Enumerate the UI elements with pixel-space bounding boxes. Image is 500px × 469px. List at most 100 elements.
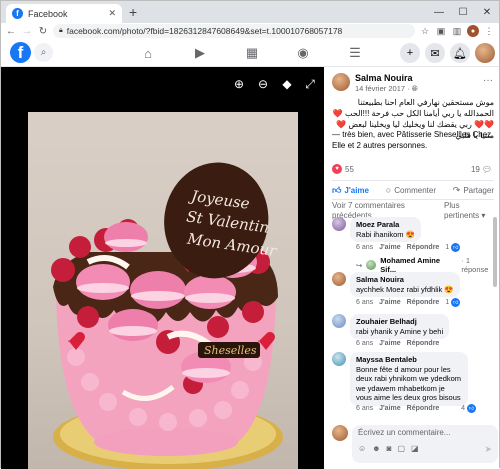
emoji-icon[interactable]: ☻ — [372, 444, 380, 455]
comment-like-link[interactable]: J'aime — [379, 340, 401, 347]
search-icon[interactable]: ⌕ — [34, 43, 53, 62]
comment-meta: 6 ans J'aime Répondre 1 👍︎ — [356, 243, 461, 252]
tag-icon[interactable]: ◆ — [279, 76, 295, 92]
commenter-name[interactable]: Salma Nouira — [356, 275, 454, 285]
address-bar[interactable]: 🔒︎ facebook.com/photo/?fbid=182631284760… — [53, 24, 415, 38]
camera-icon[interactable]: ◙ — [387, 444, 392, 455]
gif-icon[interactable]: ▢ — [397, 444, 405, 455]
comment-input[interactable]: Écrivez un commentaire... ☺ ☻ ◙ ▢ ◪ ➤ — [352, 425, 498, 463]
forward-arrow-icon[interactable]: → — [21, 25, 33, 37]
share-button[interactable]: ↷ Partager — [453, 185, 494, 196]
comment-like-link[interactable]: J'aime — [379, 405, 401, 412]
like-badge-icon: 👍︎ — [467, 404, 476, 413]
post-date: 14 février 2017 · 🌐︎ — [355, 84, 418, 93]
menu-icon[interactable]: ⋮ — [483, 25, 495, 37]
commenter-name[interactable]: Moez Parala — [356, 220, 415, 230]
post-header: Salma Nouira 14 février 2017 · 🌐︎ — [332, 73, 418, 94]
commenter-avatar[interactable] — [332, 217, 346, 231]
video-icon[interactable]: ▶ — [191, 44, 209, 62]
share-icon: ↷ — [452, 184, 461, 195]
comment-reply-link[interactable]: Répondre — [407, 244, 440, 251]
commenter-name[interactable]: Mayssa Bentaleb — [356, 355, 462, 365]
marketplace-icon[interactable]: ▦ — [243, 44, 261, 62]
tab-close-icon[interactable]: ✕ — [108, 8, 116, 19]
commenter-avatar[interactable] — [332, 272, 346, 286]
cake-illustration: Joyeuse St Valentin Mon Amour Sheselles — [51, 162, 283, 469]
post-side-panel: Salma Nouira 14 février 2017 · 🌐︎ ··· مو… — [324, 67, 499, 469]
tab-title: Facebook — [28, 8, 68, 19]
globe-icon: 🌐︎ — [411, 84, 418, 93]
scrollbar-thumb[interactable] — [493, 217, 497, 287]
new-tab-plus-icon[interactable]: + — [129, 4, 137, 20]
commenter-avatar[interactable] — [332, 314, 346, 328]
cake-photo: Joyeuse St Valentin Mon Amour Sheselles — [28, 112, 298, 469]
profile-icon[interactable]: ● — [467, 25, 479, 37]
more-options-icon[interactable]: ··· — [483, 75, 493, 86]
avatar-sticker-icon[interactable]: ☺ — [358, 444, 366, 455]
comment-text: rabi yhanik y Amine y behi — [356, 326, 444, 336]
home-icon[interactable]: ⌂ — [139, 44, 157, 62]
post-text-tags: — très bien, avec Pâtisserie Shesellles … — [332, 130, 492, 150]
comment-text: aychhek Moez rabi yfdhlik 😍 — [356, 284, 454, 294]
replier-avatar — [366, 260, 377, 270]
zoom-out-icon[interactable]: ⊖ — [255, 76, 271, 92]
thumbs-up-icon: 👍︎ — [332, 184, 342, 195]
comments-count[interactable]: 19 — [471, 165, 480, 174]
comment-like-link[interactable]: J'aime — [379, 299, 401, 306]
like-badge-icon: 👍︎ — [451, 298, 461, 307]
comment-meta: 6 ans J'aime Répondre 1 👍︎ — [356, 298, 461, 307]
like-button[interactable]: 👍︎ J'aime — [332, 185, 369, 196]
comment-reply-link[interactable]: Répondre — [407, 405, 440, 412]
fullscreen-icon[interactable]: ⤢ — [302, 76, 318, 92]
reactions-count[interactable]: 55 — [345, 165, 471, 174]
comment-reply-link[interactable]: Répondre — [407, 299, 440, 306]
account-avatar[interactable] — [475, 43, 495, 63]
comment-bubble: Salma Nouira aychhek Moez rabi yfdhlik 😍 — [350, 272, 460, 297]
groups-icon[interactable]: ◉ — [294, 44, 312, 62]
sticker-icon[interactable]: ◪ — [411, 444, 419, 455]
notifications-icon[interactable]: 🔔︎ — [450, 43, 470, 63]
send-icon[interactable]: ➤ — [484, 444, 492, 455]
author-avatar[interactable] — [332, 73, 350, 91]
post-stats: ♥ 55 19 💬︎ — [332, 163, 492, 175]
comment-composer: Écrivez un commentaire... ☺ ☻ ◙ ▢ ◪ ➤ — [332, 425, 498, 463]
commenter-avatar[interactable] — [332, 352, 346, 366]
comment-button[interactable]: ○ Commenter — [386, 185, 436, 195]
comment-meta: 6 ans J'aime Répondre — [356, 340, 440, 347]
comment-bubble: Moez Parala Rabi ihanikom 😍 — [350, 217, 421, 242]
commenter-name[interactable]: Zouhaier Belhadj — [356, 317, 443, 327]
tab-facebook[interactable]: f Facebook ✕ — [6, 4, 122, 23]
extensions-icon[interactable]: ▣ — [435, 25, 447, 37]
lock-icon: 🔒︎ — [59, 27, 63, 34]
maximize-icon[interactable]: ☐ — [451, 1, 475, 23]
sort-comments-dropdown[interactable]: Plus pertinents ▾ — [444, 201, 494, 221]
close-window-icon[interactable]: ✕ — [475, 1, 499, 23]
comment-text: Rabi ihanikom 😍 — [356, 229, 415, 239]
sidebar-icon[interactable]: ▥ — [451, 25, 463, 37]
facebook-logo-icon[interactable]: f — [10, 42, 31, 63]
back-arrow-icon[interactable]: ← — [5, 25, 17, 37]
comment-bubble: Zouhaier Belhadj rabi yhanik y Amine y b… — [350, 314, 450, 339]
comment-item: Moez Parala Rabi ihanikom 😍 — [332, 217, 421, 242]
post-author[interactable]: Salma Nouira — [355, 73, 418, 83]
star-icon[interactable]: ☆ — [419, 25, 431, 37]
messenger-icon[interactable]: ✉ — [425, 43, 445, 63]
comment-reaction-count: 1 👍︎ — [445, 243, 461, 252]
minimize-icon[interactable]: — — [427, 1, 451, 23]
facebook-header: f ⌕ ⌂ ▶ ▦ ◉ ☰ + ✉ 🔔︎ — [1, 39, 499, 67]
menu-icon[interactable]: ☰ — [346, 44, 364, 62]
reload-icon[interactable]: ↻ — [37, 25, 49, 37]
comment-reply-link[interactable]: Répondre — [407, 340, 440, 347]
like-badge-icon: 👍︎ — [451, 243, 461, 252]
comment-like-link[interactable]: J'aime — [379, 244, 401, 251]
comment-item: Zouhaier Belhadj rabi yhanik y Amine y b… — [332, 314, 450, 339]
love-reaction-icon: ♥ — [332, 164, 342, 174]
tab-strip: f Facebook ✕ + — ☐ ✕ — [1, 1, 499, 23]
plus-icon[interactable]: + — [400, 43, 420, 63]
reply-arrow-icon: ↪ — [356, 260, 363, 270]
photo-viewer: ⊕ ⊖ ◆ ⤢ Joyeuse St Valentin Mon Amour Sh… — [1, 67, 324, 469]
current-user-avatar — [332, 425, 348, 441]
comment-icon: ○ — [385, 185, 392, 195]
comment-reaction-count: 4 👍︎ — [461, 404, 476, 413]
zoom-in-icon[interactable]: ⊕ — [231, 76, 247, 92]
